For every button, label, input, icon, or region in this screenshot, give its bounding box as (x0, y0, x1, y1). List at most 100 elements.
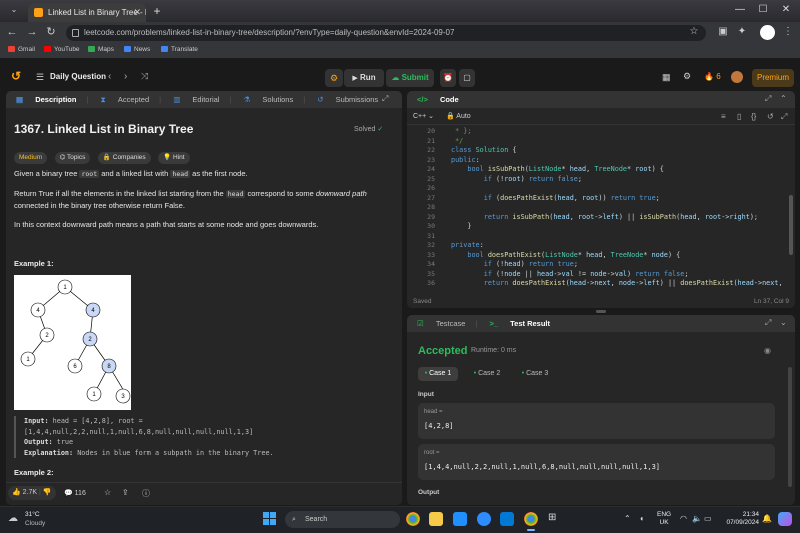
url-field[interactable]: leetcode.com/problems/linked-list-in-bin… (66, 25, 706, 41)
bookmark-maps[interactable]: Maps (88, 46, 114, 53)
tray-overflow-icon[interactable]: ⌃ (624, 514, 631, 523)
description-paragraph-1: Given a binary tree root and a linked li… (14, 169, 248, 178)
extensions-puzzle-icon[interactable]: ✦ (736, 26, 748, 38)
maximize-window-icon[interactable]: ☐ (756, 4, 770, 15)
companies-tag[interactable]: 🔒 Companies (97, 152, 151, 164)
file-explorer-icon[interactable] (429, 512, 443, 526)
shuffle-icon[interactable]: ⤨ (141, 71, 148, 82)
input-label: Input (418, 391, 434, 398)
premium-button[interactable]: Premium (752, 69, 794, 87)
comments-button[interactable]: 💬 116 (64, 489, 86, 497)
comment-icon: 💬 (64, 490, 73, 497)
language-indicator[interactable]: ENG UK (657, 511, 671, 527)
auto-mode[interactable]: 🔒 Auto (446, 113, 471, 120)
timer-icon[interactable]: ⏰ (440, 69, 456, 87)
site-info-icon[interactable] (72, 29, 79, 37)
extension-icon[interactable]: ▣ (717, 26, 729, 38)
tab-description[interactable]: ▤ Description (6, 91, 86, 108)
settings-gear-icon[interactable]: ⚙ (683, 71, 691, 82)
language-code: ENG (657, 511, 672, 518)
wifi-icon[interactable]: ◠ (680, 514, 687, 523)
chrome-active-icon[interactable] (524, 512, 538, 526)
tray-app-icon[interactable]: ◐ (640, 514, 645, 523)
braces-icon[interactable]: {} (751, 112, 756, 121)
code-editor[interactable]: 20 21 22 23 24 25 26 27 28 29 30 31 32 33 34 35 36 * }; … (407, 127, 789, 287)
forward-arrow-icon[interactable]: → (25, 25, 39, 39)
format-icon[interactable]: ≡ (721, 112, 726, 121)
tab-testcase[interactable]: ☑ Testcase (407, 315, 475, 332)
tree-node-highlighted: 4 (85, 302, 101, 318)
case-1-button[interactable]: • Case 1 (418, 367, 458, 381)
leetcode-logo[interactable]: ↺ (11, 70, 23, 83)
maximize-code-icon[interactable]: ⤢ (765, 94, 771, 104)
tab-editorial[interactable]: ▥ Editorial (163, 91, 229, 108)
editor-scrollbar[interactable] (789, 195, 793, 255)
mail-icon[interactable] (453, 512, 467, 526)
bookmark-youtube[interactable]: YouTube (44, 46, 80, 53)
tab-test-result[interactable]: >_ Test Result (479, 315, 560, 332)
tab-submissions[interactable]: ↺ Submissions (307, 91, 388, 108)
new-tab-button[interactable]: + (150, 4, 164, 18)
tab-search-icon[interactable]: ⌄ (8, 5, 20, 17)
browser-menu-icon[interactable]: ⋮ (782, 26, 794, 38)
bookmarks-bar (0, 44, 800, 58)
vscode-icon[interactable] (500, 512, 514, 526)
collapse-result-icon[interactable]: ⌄ (780, 318, 787, 327)
back-arrow-icon[interactable]: ← (5, 25, 19, 39)
problem-list-icon[interactable]: ☰ (36, 72, 44, 83)
bookmark-news[interactable]: News (124, 46, 150, 53)
line-number: 32 (427, 241, 435, 249)
bookmark-icon[interactable]: ▯ (737, 112, 741, 121)
case-2-button[interactable]: • Case 2 (467, 367, 507, 381)
language-select[interactable]: C++ ⌄ (413, 113, 434, 120)
share-icon[interactable]: ⇪ (122, 488, 129, 497)
help-icon[interactable]: ⓘ (142, 488, 150, 499)
zoom-icon[interactable] (477, 512, 491, 526)
tab-accepted[interactable]: ⧗ Accepted (91, 91, 160, 108)
volume-icon[interactable]: 🔈 (692, 514, 702, 523)
thumbs-down-icon[interactable]: 👎 (43, 489, 52, 496)
layout-icon[interactable]: ▦ (662, 72, 671, 83)
daily-question-label[interactable]: Daily Question (50, 72, 106, 81)
avatar[interactable] (731, 71, 743, 83)
start-button[interactable] (263, 512, 277, 526)
bookmark-translate[interactable]: Translate (161, 46, 198, 53)
clock[interactable]: 21:34 07/09/2024 (719, 511, 759, 527)
maximize-result-icon[interactable]: ⤢ (765, 318, 771, 328)
collapse-code-icon[interactable]: ⌃ (780, 94, 787, 103)
tab-code[interactable]: </> Code (407, 91, 469, 108)
run-button[interactable]: ▶ Run (344, 69, 384, 87)
minimize-window-icon[interactable]: — (733, 4, 747, 15)
battery-icon[interactable]: ▭ (704, 514, 712, 523)
like-button[interactable]: 👍 2.7K | 👎 (8, 486, 56, 500)
favorite-star-icon[interactable]: ☆ (104, 488, 111, 497)
expand-panel-icon[interactable]: ⤢ (382, 94, 388, 104)
fullscreen-icon[interactable]: ⤢ (781, 112, 787, 122)
eye-icon[interactable]: ◉ (764, 346, 771, 355)
prev-problem-icon[interactable]: ‹ (108, 71, 111, 82)
result-scrollbar[interactable] (788, 367, 792, 487)
panel-resize-handle[interactable] (596, 310, 606, 313)
notification-bell-icon[interactable]: 🔔 (762, 514, 772, 523)
hint-tag[interactable]: 💡 Hint (158, 152, 190, 164)
debug-button[interactable]: ⚙ (325, 69, 343, 87)
close-tab-icon[interactable]: ✕ (133, 3, 141, 22)
close-window-icon[interactable]: ✕ (779, 4, 793, 15)
tab-solutions[interactable]: ⚗ Solutions (234, 91, 304, 108)
taskbar-search[interactable]: ⌕ Search (285, 511, 400, 528)
topics-tag[interactable]: ⌬ Topics (54, 152, 91, 164)
profile-avatar[interactable] (760, 25, 775, 40)
reset-code-icon[interactable]: ↺ (767, 112, 774, 121)
chrome-taskbar-icon[interactable] (406, 512, 420, 526)
bookmark-star-icon[interactable]: ☆ (688, 26, 700, 38)
reload-icon[interactable]: ↻ (44, 25, 58, 39)
next-problem-icon[interactable]: › (124, 71, 127, 82)
copilot-icon[interactable] (778, 512, 792, 526)
streak-counter[interactable]: 🔥 6 (704, 72, 721, 81)
notes-icon[interactable]: ▢ (459, 69, 475, 87)
ms-store-icon[interactable]: ⊞ (548, 512, 562, 526)
submit-button[interactable]: ☁ Submit (386, 69, 434, 87)
case-3-button[interactable]: • Case 3 (515, 367, 555, 381)
bookmark-gmail[interactable]: Gmail (8, 46, 35, 53)
browser-tab[interactable]: Linked List in Binary Tree - Leetc ✕ (28, 3, 146, 22)
